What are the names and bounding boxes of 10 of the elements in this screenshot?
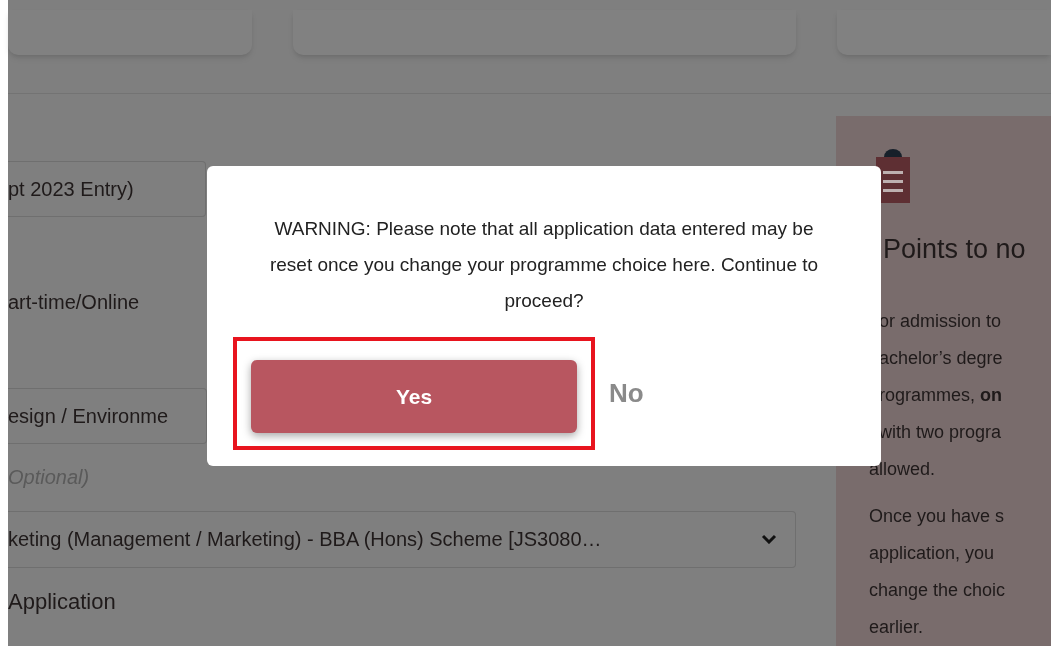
chevron-down-icon [761, 534, 777, 544]
no-button[interactable]: No [607, 374, 646, 413]
yes-button[interactable]: Yes [251, 360, 577, 433]
info-paragraph: Once you have s application, you change the choic earlier. [869, 505, 1007, 639]
panel-heading: Points to no [883, 232, 1027, 266]
section-heading: Application [8, 587, 116, 616]
intake-field[interactable]: pt 2023 Entry) [8, 160, 206, 217]
study-mode-text: art-time/Online [8, 290, 140, 315]
programme-select[interactable]: keting (Management / Marketing) - BBA (Hons) Scheme [JS3080… [8, 510, 796, 568]
warning-message: WARNING: Please note that all application data entered may be reset once you change your programme choice here. Continue to proceed? [269, 217, 819, 313]
